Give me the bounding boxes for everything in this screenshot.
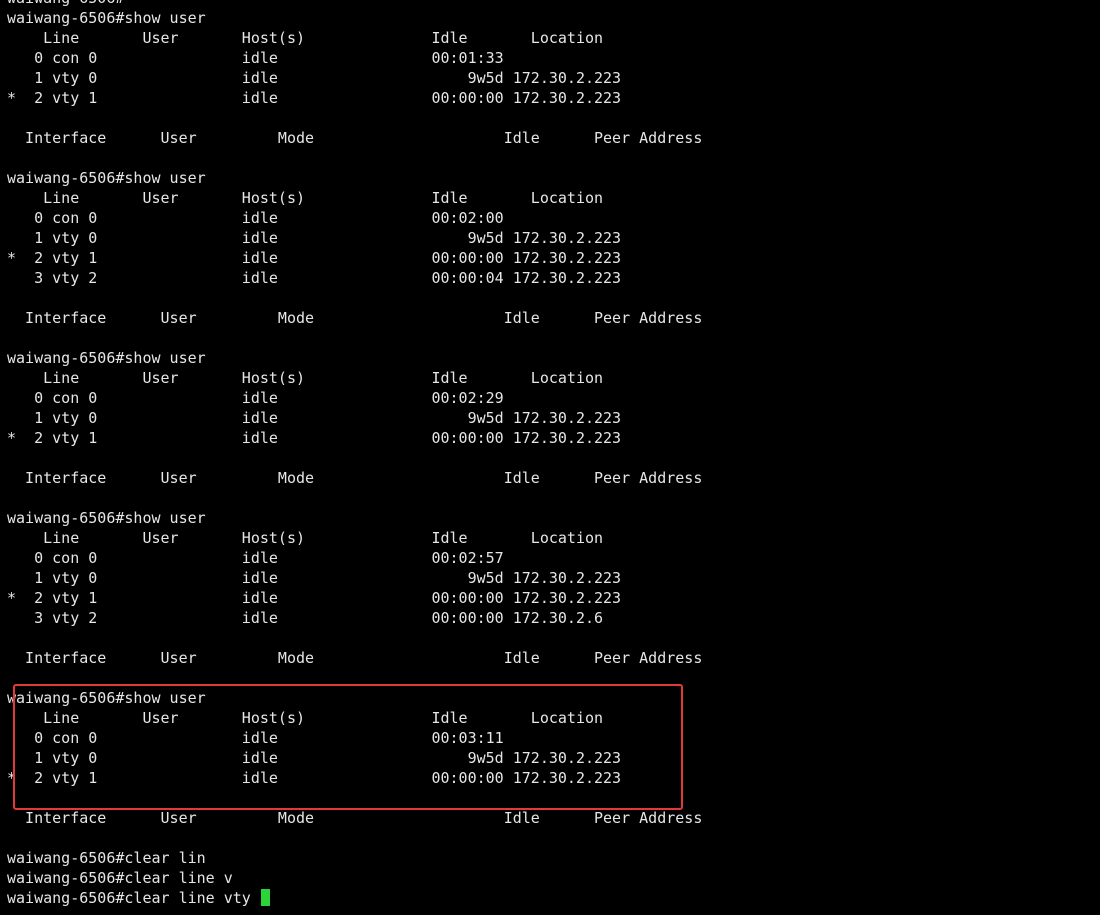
terminal-line: Interface User Mode Idle Peer Address bbox=[7, 469, 703, 487]
terminal-line: 1 vty 0 idle 9w5d 172.30.2.223 bbox=[7, 229, 622, 247]
terminal-line: 1 vty 0 idle 9w5d 172.30.2.223 bbox=[7, 69, 622, 87]
terminal-line: Line User Host(s) Idle Location bbox=[7, 369, 604, 387]
terminal-line: 0 con 0 idle 00:02:29 bbox=[7, 389, 504, 407]
terminal-line: waiwang-6506#show user bbox=[7, 349, 206, 367]
terminal-line: waiwang-6506#show user bbox=[7, 689, 206, 707]
terminal-line: waiwang-6506#show user bbox=[7, 169, 206, 187]
terminal-window[interactable]: waiwang-6506# waiwang-6506#show user Lin… bbox=[0, 0, 1100, 915]
terminal-line: waiwang-6506#show user bbox=[7, 9, 206, 27]
terminal-line: Line User Host(s) Idle Location bbox=[7, 29, 604, 47]
terminal-line: 3 vty 2 idle 00:00:04 172.30.2.223 bbox=[7, 269, 622, 287]
terminal-line: * 2 vty 1 idle 00:00:00 172.30.2.223 bbox=[7, 589, 622, 607]
terminal-line: * 2 vty 1 idle 00:00:00 172.30.2.223 bbox=[7, 89, 622, 107]
terminal-line: Interface User Mode Idle Peer Address bbox=[7, 809, 703, 827]
terminal-line: Interface User Mode Idle Peer Address bbox=[7, 649, 703, 667]
terminal-line: Line User Host(s) Idle Location bbox=[7, 529, 604, 547]
terminal-line: Interface User Mode Idle Peer Address bbox=[7, 309, 703, 327]
terminal-line: 0 con 0 idle 00:03:11 bbox=[7, 729, 504, 747]
terminal-line: waiwang-6506# bbox=[7, 0, 702, 8]
terminal-output: waiwang-6506# waiwang-6506#show user Lin… bbox=[7, 0, 702, 908]
terminal-line: 1 vty 0 idle 9w5d 172.30.2.223 bbox=[7, 409, 622, 427]
terminal-line: Line User Host(s) Idle Location bbox=[7, 709, 604, 727]
terminal-line: Interface User Mode Idle Peer Address bbox=[7, 129, 703, 147]
terminal-line: waiwang-6506#clear lin bbox=[7, 849, 206, 867]
terminal-prompt-text: waiwang-6506#clear line vty bbox=[7, 889, 260, 907]
terminal-line: Line User Host(s) Idle Location bbox=[7, 189, 604, 207]
terminal-line: waiwang-6506#show user bbox=[7, 509, 206, 527]
terminal-prompt-line[interactable]: waiwang-6506#clear line vty bbox=[7, 888, 702, 908]
terminal-line: * 2 vty 1 idle 00:00:00 172.30.2.223 bbox=[7, 429, 622, 447]
terminal-line: 0 con 0 idle 00:02:57 bbox=[7, 549, 504, 567]
terminal-line: 3 vty 2 idle 00:00:00 172.30.2.6 bbox=[7, 609, 604, 627]
terminal-line: 1 vty 0 idle 9w5d 172.30.2.223 bbox=[7, 569, 622, 587]
terminal-line: 0 con 0 idle 00:01:33 bbox=[7, 49, 504, 67]
terminal-line: * 2 vty 1 idle 00:00:00 172.30.2.223 bbox=[7, 249, 622, 267]
terminal-line: 0 con 0 idle 00:02:00 bbox=[7, 209, 504, 227]
terminal-line: waiwang-6506#clear line v bbox=[7, 869, 233, 887]
terminal-line: * 2 vty 1 idle 00:00:00 172.30.2.223 bbox=[7, 769, 622, 787]
terminal-line: 1 vty 0 idle 9w5d 172.30.2.223 bbox=[7, 749, 622, 767]
text-cursor bbox=[260, 889, 270, 906]
